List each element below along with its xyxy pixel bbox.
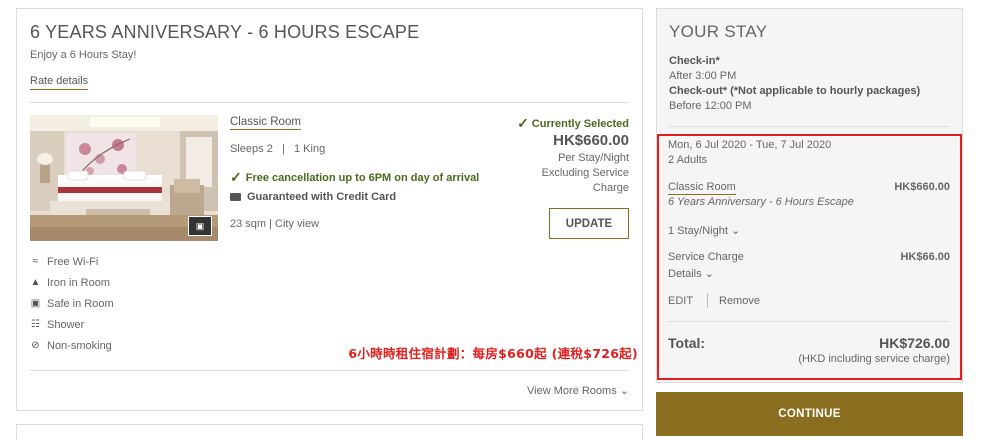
summary-room-link[interactable]: Classic Room — [668, 181, 736, 195]
stay-guests: 2 Adults — [668, 154, 708, 166]
room-occupancy: Sleeps 2 | 1 King — [230, 143, 326, 155]
amenities-list: ≈ Free Wi-Fi ▲ Iron in Room ▣ Safe in Room … — [30, 251, 114, 356]
shower-icon: ☷ — [31, 319, 40, 330]
currently-selected-badge: ✓ Currently Selected — [517, 115, 629, 132]
amenity-label: Non-smoking — [47, 339, 112, 352]
check-icon: ✓ — [517, 115, 529, 131]
your-stay-title: YOUR STAY — [669, 22, 768, 41]
details-label: Details — [668, 268, 702, 280]
amenity-label: Free Wi-Fi — [47, 255, 99, 268]
chevron-down-icon: ⌄ — [730, 225, 741, 237]
non-smoking-icon: ⊘ — [31, 340, 40, 351]
amenity-label: Safe in Room — [47, 297, 114, 310]
divider — [707, 293, 708, 308]
total-label: Total: — [668, 335, 706, 351]
amenity-label: Shower — [47, 318, 85, 331]
divider — [30, 370, 629, 371]
update-button[interactable]: UPDATE — [549, 208, 629, 239]
stay-dates: Mon, 6 Jul 2020 - Tue, 7 Jul 2020 — [668, 139, 832, 151]
service-charge-label: Service Charge — [668, 251, 744, 263]
amenity-label: Iron in Room — [47, 276, 110, 289]
wifi-icon: ≈ — [32, 256, 39, 267]
amenity-item: ⊘ Non-smoking — [30, 335, 114, 356]
amenity-item: ≈ Free Wi-Fi — [30, 251, 114, 272]
price-note: Per Stay/Night Excluding Service Charge — [541, 152, 629, 194]
divider — [669, 126, 950, 127]
checkout-value: Before 12:00 PM — [669, 100, 752, 112]
checkout-label: Check-out* (*Not applicable to hourly pa… — [669, 85, 921, 97]
safe-icon: ▣ — [30, 298, 41, 309]
stay-nights-dropdown[interactable]: 1 Stay/Night ⌄ — [668, 224, 740, 237]
summary-room-price: HK$660.00 — [894, 181, 950, 193]
summary-package-name: 6 Years Anniversary - 6 Hours Escape — [668, 196, 854, 208]
room-size-view: 23 sqm | City view — [230, 218, 320, 230]
free-cancellation: ✓ Free cancellation up to 6PM on day of … — [230, 169, 479, 186]
continue-button[interactable]: CONTINUE — [656, 392, 963, 436]
summary-room-name[interactable]: Classic Room — [668, 181, 736, 195]
room-name-link[interactable]: Classic Room — [230, 116, 301, 130]
amenity-item: ▲ Iron in Room — [30, 272, 114, 293]
view-more-label: View More Rooms — [527, 385, 617, 397]
amenity-item: ☷ Shower — [30, 314, 114, 335]
package-card: 6 YEARS ANNIVERSARY - 6 HOURS ESCAPE Enj… — [16, 8, 643, 411]
service-charge-price: HK$66.00 — [900, 251, 950, 263]
guarantee-text: Guaranteed with Credit Card — [247, 191, 397, 203]
total-price: HK$726.00 — [879, 335, 950, 351]
chevron-down-icon: ⌄ — [619, 385, 629, 397]
currently-selected-text: Currently Selected — [531, 117, 629, 130]
remove-link[interactable]: Remove — [719, 295, 760, 307]
total-note: (HKD including service charge) — [798, 353, 950, 365]
amenity-item: ▣ Safe in Room — [30, 293, 114, 314]
rate-details-link[interactable]: Rate details — [30, 75, 89, 90]
check-icon: ✓ — [230, 169, 242, 185]
guarantee-policy: Guaranteed with Credit Card — [230, 191, 396, 203]
chevron-down-icon: ⌄ — [704, 268, 714, 280]
credit-card-icon — [230, 193, 241, 201]
package-subtitle: Enjoy a 6 Hours Stay! — [30, 49, 137, 61]
checkin-label: Check-in* — [669, 55, 720, 67]
edit-link[interactable]: EDIT — [668, 295, 693, 307]
divider — [668, 321, 950, 322]
iron-icon: ▲ — [30, 277, 41, 288]
view-more-rooms-link[interactable]: View More Rooms ⌄ — [527, 384, 629, 397]
room-price: HK$660.00 — [553, 132, 629, 149]
gallery-icon[interactable]: ▣ — [188, 216, 212, 236]
details-toggle[interactable]: Details ⌄ — [668, 267, 714, 280]
next-package-card — [16, 424, 643, 440]
divider — [30, 102, 629, 103]
package-title: 6 YEARS ANNIVERSARY - 6 HOURS ESCAPE — [30, 22, 420, 42]
checkin-value: After 3:00 PM — [669, 70, 737, 82]
free-cancellation-text: Free cancellation up to 6PM on day of ar… — [245, 171, 480, 184]
stay-nights-label: 1 Stay/Night — [668, 225, 728, 237]
promo-annotation: 6小時時租住宿計劃：每房$660起 (連稅$726起) — [348, 346, 638, 361]
